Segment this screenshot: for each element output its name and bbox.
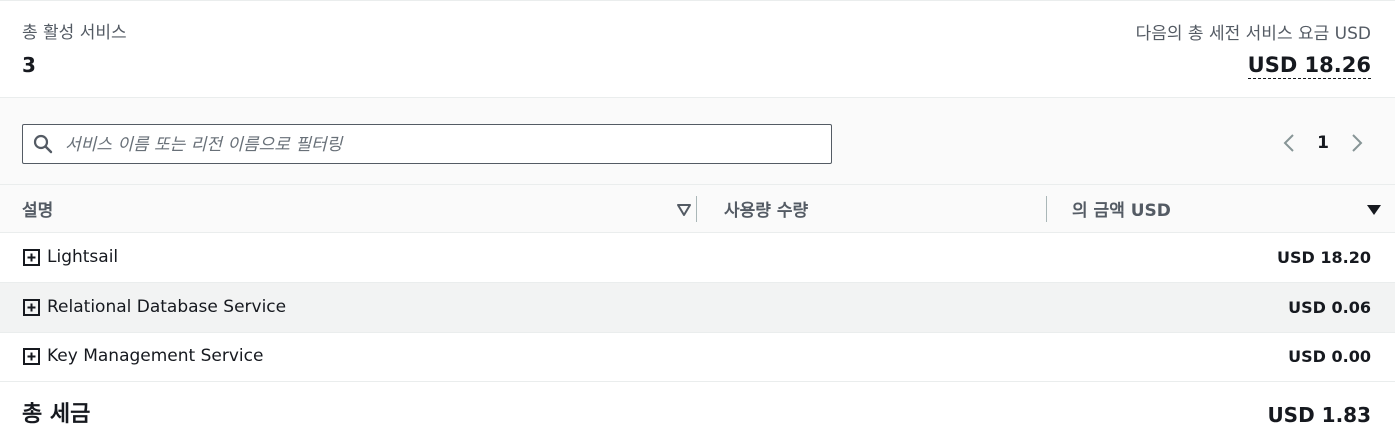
next-page-button[interactable] [1345, 131, 1369, 155]
current-page-number[interactable]: 1 [1301, 133, 1345, 153]
column-header-usage-quantity[interactable]: 사용량 수량 [698, 185, 1046, 232]
billing-summary-panel: 총 활성 서비스 3 다음의 총 세전 서비스 요금 USD USD 18.26… [0, 0, 1395, 440]
table-row: Key Management Service USD 0.00 [0, 332, 1395, 382]
search-input[interactable] [63, 129, 827, 161]
sort-caret-outline-icon[interactable] [676, 202, 692, 222]
service-amount: USD 18.20 [1277, 248, 1371, 267]
table-row: Relational Database Service USD 0.06 [0, 283, 1395, 333]
total-tax-value: USD 1.83 [1267, 403, 1371, 427]
service-name: Relational Database Service [47, 297, 287, 317]
plus-square-icon[interactable] [23, 249, 40, 266]
service-amount: USD 0.06 [1288, 298, 1371, 317]
previous-page-button[interactable] [1277, 131, 1301, 155]
service-name: Key Management Service [47, 346, 264, 366]
active-services-label: 총 활성 서비스 [22, 23, 127, 43]
search-box[interactable] [22, 124, 832, 164]
pagination: 1 [1277, 130, 1369, 156]
column-header-description-label: 설명 [22, 201, 54, 221]
table-row: Lightsail USD 18.20 [0, 233, 1395, 283]
plus-square-icon[interactable] [23, 299, 40, 316]
total-tax-label: 총 세금 [22, 402, 91, 427]
column-header-usage-quantity-label: 사용량 수량 [724, 201, 809, 221]
column-divider[interactable] [696, 196, 697, 222]
plus-square-icon[interactable] [23, 348, 40, 365]
column-header-amount[interactable]: 의 금액 USD [1047, 185, 1382, 232]
chevron-right-icon [1352, 134, 1363, 152]
total-tax-row: 총 세금 USD 1.83 [0, 382, 1395, 440]
column-header-amount-label: 의 금액 USD [1072, 201, 1171, 221]
sort-caret-filled-icon[interactable] [1366, 202, 1382, 222]
estimated-charges-value[interactable]: USD 18.26 [1247, 53, 1371, 79]
summary-header: 총 활성 서비스 3 다음의 총 세전 서비스 요금 USD USD 18.26 [0, 1, 1395, 98]
service-name: Lightsail [47, 247, 119, 267]
chevron-left-icon [1283, 134, 1294, 152]
active-services-count: 3 [22, 53, 36, 77]
estimated-charges-label: 다음의 총 세전 서비스 요금 USD [1135, 24, 1371, 44]
filter-bar: 1 [0, 98, 1395, 185]
table-header: 설명 사용량 수량 의 금액 USD [0, 185, 1395, 233]
column-header-description[interactable]: 설명 [22, 185, 692, 232]
search-icon [33, 134, 53, 154]
service-amount: USD 0.00 [1288, 347, 1371, 366]
